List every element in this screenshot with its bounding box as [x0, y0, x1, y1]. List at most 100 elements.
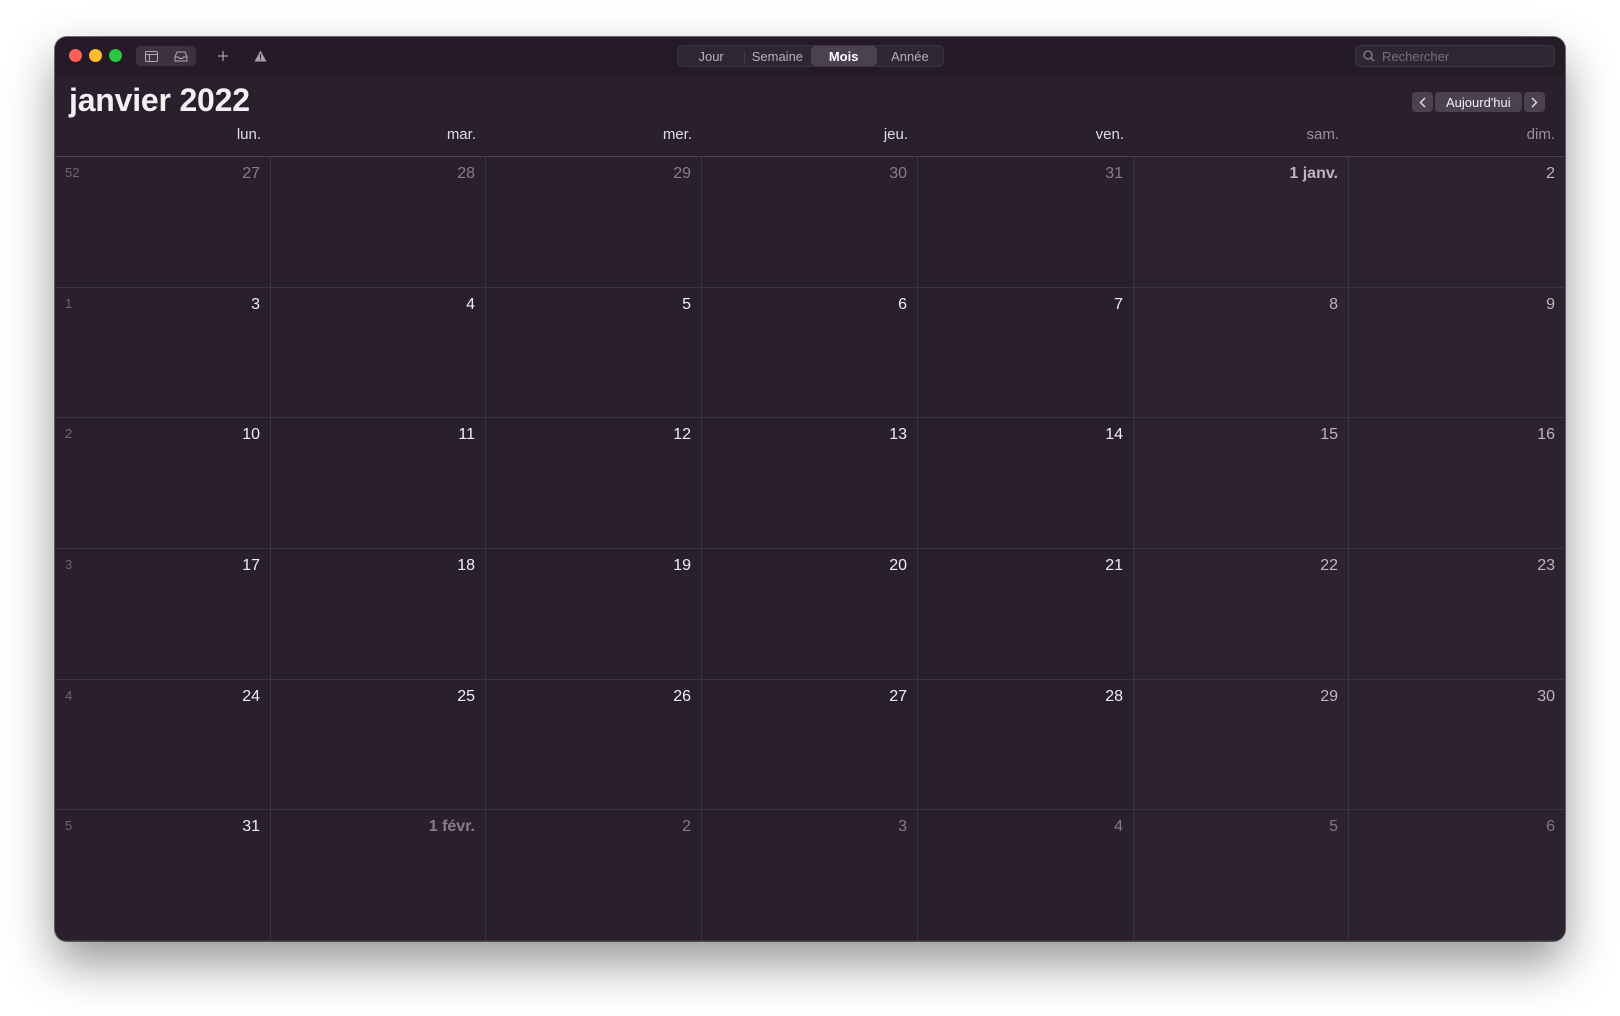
day-number: 13	[889, 426, 907, 443]
day-cell[interactable]: 1 févr.	[271, 810, 486, 941]
day-number: 15	[1320, 426, 1338, 443]
day-cell[interactable]: 7	[918, 288, 1134, 418]
day-number: 5	[1329, 818, 1338, 835]
weekday-label: mar.	[446, 126, 476, 143]
next-month-button[interactable]	[1523, 92, 1545, 112]
day-cell[interactable]: 20	[702, 549, 918, 680]
add-event-button[interactable]	[213, 46, 233, 66]
day-number: 5	[682, 296, 691, 313]
day-cell[interactable]: 18	[271, 549, 486, 680]
week-number: 4	[65, 688, 73, 703]
day-cell[interactable]: 9	[1349, 288, 1565, 418]
inbox-button[interactable]	[166, 46, 196, 66]
day-number: 9	[1546, 296, 1555, 313]
day-number: 19	[673, 557, 691, 574]
day-cell[interactable]: 3	[702, 810, 918, 941]
view-tab-day[interactable]: Jour	[678, 46, 744, 66]
warning-button[interactable]	[250, 46, 270, 66]
day-cell[interactable]: 4	[918, 810, 1134, 941]
day-cell[interactable]: 19	[486, 549, 702, 680]
weekday-label: lun.	[236, 126, 261, 143]
day-cell[interactable]: 6	[1349, 810, 1565, 941]
day-number: 3	[251, 296, 260, 313]
day-cell[interactable]: 13	[55, 288, 271, 418]
day-number: 16	[1537, 426, 1555, 443]
day-number: 22	[1320, 557, 1338, 574]
day-cell[interactable]: 26	[486, 680, 702, 810]
view-tab-month[interactable]: Mois	[810, 46, 877, 66]
search-input[interactable]	[1382, 46, 1548, 66]
search-box	[1355, 45, 1555, 67]
sidebar-toggle-group	[136, 46, 196, 66]
day-cell[interactable]: 22	[1134, 549, 1349, 680]
view-tab-week[interactable]: Semaine	[744, 46, 810, 66]
day-cell[interactable]: 4	[271, 288, 486, 418]
calendar-list-button[interactable]	[136, 46, 166, 66]
day-cell[interactable]: 3 17	[55, 549, 271, 680]
day-number: 11	[458, 426, 475, 443]
day-cell[interactable]: 5	[1134, 810, 1349, 941]
day-number: 24	[242, 688, 260, 705]
day-cell[interactable]: 31	[918, 157, 1134, 288]
day-cell[interactable]: 29	[486, 157, 702, 288]
day-cell[interactable]: 15	[1134, 418, 1349, 549]
day-cell[interactable]: 23	[1349, 549, 1565, 680]
day-cell[interactable]: 25	[271, 680, 486, 810]
plus-icon	[218, 51, 228, 61]
weekday-header: lun. mar. mer. jeu. ven. sam. dim.	[55, 126, 1565, 152]
day-number: 18	[457, 557, 475, 574]
day-cell[interactable]: 6	[702, 288, 918, 418]
minimize-window-button[interactable]	[89, 49, 102, 62]
day-number: 30	[1537, 688, 1555, 705]
day-number: 17	[242, 557, 260, 574]
inbox-icon	[174, 51, 188, 61]
day-number: 30	[889, 165, 907, 182]
day-cell[interactable]: 8	[1134, 288, 1349, 418]
day-number: 28	[457, 165, 475, 182]
day-number: 20	[889, 557, 907, 574]
day-cell[interactable]: 28	[918, 680, 1134, 810]
view-tab-year[interactable]: Année	[877, 46, 943, 66]
calendar-window: Jour Semaine Mois Année janvier 2022 Auj…	[55, 37, 1565, 941]
day-cell[interactable]: 29	[1134, 680, 1349, 810]
day-cell[interactable]: 5 31	[55, 810, 271, 941]
day-cell[interactable]: 52 27	[55, 157, 271, 288]
weekday-label: ven.	[1095, 126, 1124, 143]
weekday-label: jeu.	[883, 126, 908, 143]
day-cell[interactable]: 2 10	[55, 418, 271, 549]
day-cell[interactable]: 2	[486, 810, 702, 941]
week-number: 52	[65, 165, 80, 180]
warning-icon	[254, 50, 266, 62]
day-cell[interactable]: 4 24	[55, 680, 271, 810]
day-cell[interactable]: 28	[271, 157, 486, 288]
day-cell[interactable]: 14	[918, 418, 1134, 549]
day-cell[interactable]: 13	[702, 418, 918, 549]
day-cell[interactable]: 11	[271, 418, 486, 549]
week-number: 3	[65, 557, 73, 572]
day-number: 10	[242, 426, 260, 443]
day-cell[interactable]: 30	[1349, 680, 1565, 810]
maximize-window-button[interactable]	[109, 49, 122, 62]
close-window-button[interactable]	[69, 49, 82, 62]
day-cell[interactable]: 2	[1349, 157, 1565, 288]
previous-month-button[interactable]	[1412, 92, 1433, 112]
week-number: 5	[65, 818, 73, 833]
day-cell[interactable]: 16	[1349, 418, 1565, 549]
day-cell[interactable]: 27	[702, 680, 918, 810]
day-number: 14	[1105, 426, 1123, 443]
view-switcher: Jour Semaine Mois Année	[677, 45, 944, 67]
day-number: 1 janv.	[1289, 165, 1338, 182]
today-button[interactable]: Aujourd'hui	[1435, 92, 1522, 112]
day-number: 4	[466, 296, 475, 313]
month-navigation: Aujourd'hui	[1412, 92, 1545, 112]
day-cell[interactable]: 21	[918, 549, 1134, 680]
day-number: 29	[673, 165, 691, 182]
day-number: 28	[1105, 688, 1123, 705]
day-number: 7	[1114, 296, 1123, 313]
day-cell[interactable]: 12	[486, 418, 702, 549]
day-cell[interactable]: 30	[702, 157, 918, 288]
day-number: 1 févr.	[428, 818, 475, 835]
calendar-list-icon	[144, 50, 158, 62]
day-cell[interactable]: 1 janv.	[1134, 157, 1349, 288]
day-cell[interactable]: 5	[486, 288, 702, 418]
